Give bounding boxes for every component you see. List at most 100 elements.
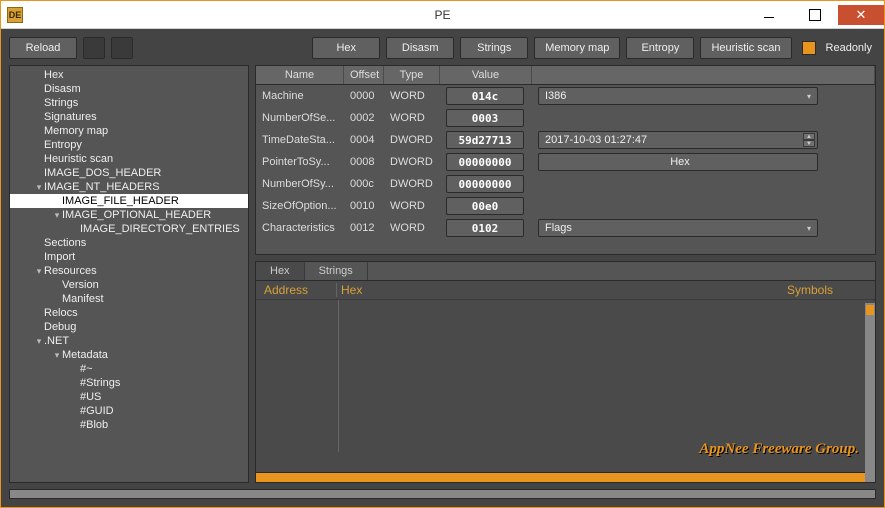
hex-horizontal-scrollbar[interactable] xyxy=(256,472,875,482)
spinner-arrows-icon[interactable]: ▲▼ xyxy=(803,133,815,147)
tree-item-label: Heuristic scan xyxy=(44,153,113,165)
tree-item-import[interactable]: Import xyxy=(10,250,248,264)
tree-arrow-icon[interactable] xyxy=(34,335,44,347)
cell-name: Characteristics xyxy=(256,220,344,236)
table-row[interactable]: NumberOfSy...000cDWORD00000000 xyxy=(256,173,875,195)
th-name[interactable]: Name xyxy=(256,66,344,84)
table-row[interactable]: Characteristics0012WORD0102Flags xyxy=(256,217,875,239)
tree-item-label: Relocs xyxy=(44,307,78,319)
th-extra xyxy=(532,66,875,84)
fields-table: Name Offset Type Value Machine0000WORD01… xyxy=(255,65,876,255)
tree-item-heuristic-scan[interactable]: Heuristic scan xyxy=(10,152,248,166)
tree-item--strings[interactable]: #Strings xyxy=(10,376,248,390)
tree-item-sections[interactable]: Sections xyxy=(10,236,248,250)
tree-arrow-icon[interactable] xyxy=(52,209,62,221)
hex-body[interactable]: AppNee Freeware Group. xyxy=(256,300,875,472)
footer-scrollbar[interactable] xyxy=(9,489,876,499)
tree-item-label: #US xyxy=(80,391,101,403)
tree-arrow-icon[interactable] xyxy=(34,265,44,277)
toolbar-slot-2[interactable] xyxy=(111,37,133,59)
cell-offset: 0004 xyxy=(344,132,384,148)
strings-button[interactable]: Strings xyxy=(460,37,528,59)
tree-item-relocs[interactable]: Relocs xyxy=(10,306,248,320)
table-header: Name Offset Type Value xyxy=(256,66,875,85)
value-button[interactable]: 00000000 xyxy=(446,153,524,171)
th-type[interactable]: Type xyxy=(384,66,440,84)
table-row[interactable]: PointerToSy...0008DWORD00000000Hex xyxy=(256,151,875,173)
extra-datetime[interactable]: 2017-10-03 01:27:47▲▼ xyxy=(538,131,818,149)
value-button[interactable]: 00000000 xyxy=(446,175,524,193)
tree-item-image-file-header[interactable]: IMAGE_FILE_HEADER xyxy=(10,194,248,208)
tree-item--guid[interactable]: #GUID xyxy=(10,404,248,418)
tree-item-label: #GUID xyxy=(80,405,114,417)
extra-dropdown[interactable]: Flags xyxy=(538,219,818,237)
tree-item-hex[interactable]: Hex xyxy=(10,68,248,82)
hex-button[interactable]: Hex xyxy=(312,37,380,59)
value-button[interactable]: 0102 xyxy=(446,219,524,237)
tree-item--blob[interactable]: #Blob xyxy=(10,418,248,432)
tree-item-resources[interactable]: Resources xyxy=(10,264,248,278)
value-button[interactable]: 00e0 xyxy=(446,197,524,215)
hex-col-symbols: Symbols xyxy=(787,283,867,297)
tree-item-debug[interactable]: Debug xyxy=(10,320,248,334)
tree-item-entropy[interactable]: Entropy xyxy=(10,138,248,152)
tree-item-label: Entropy xyxy=(44,139,82,151)
tree-item-image-dos-header[interactable]: IMAGE_DOS_HEADER xyxy=(10,166,248,180)
tree-arrow-icon[interactable] xyxy=(34,181,44,193)
tab-hex[interactable]: Hex xyxy=(256,262,305,280)
tree-item-label: Manifest xyxy=(62,293,104,305)
tree-item-signatures[interactable]: Signatures xyxy=(10,110,248,124)
cell-type: WORD xyxy=(384,110,440,126)
tree-item-disasm[interactable]: Disasm xyxy=(10,82,248,96)
table-row[interactable]: TimeDateSta...0004DWORD59d277132017-10-0… xyxy=(256,129,875,151)
cell-value: 014c xyxy=(440,85,532,107)
extra-dropdown[interactable]: I386 xyxy=(538,87,818,105)
heuristic-scan-button[interactable]: Heuristic scan xyxy=(700,37,791,59)
tree-item--us[interactable]: #US xyxy=(10,390,248,404)
value-button[interactable]: 014c xyxy=(446,87,524,105)
extra-hex-button[interactable]: Hex xyxy=(538,153,818,171)
reload-button[interactable]: Reload xyxy=(9,37,77,59)
tree-item-version[interactable]: Version xyxy=(10,278,248,292)
titlebar: DE PE ✕ xyxy=(1,1,884,29)
tree-item-image-nt-headers[interactable]: IMAGE_NT_HEADERS xyxy=(10,180,248,194)
table-row[interactable]: SizeOfOption...0010WORD00e0 xyxy=(256,195,875,217)
readonly-checkbox[interactable] xyxy=(802,41,816,55)
cell-value: 0102 xyxy=(440,217,532,239)
tree-item--net[interactable]: .NET xyxy=(10,334,248,348)
cell-name: NumberOfSe... xyxy=(256,110,344,126)
cell-value: 0003 xyxy=(440,107,532,129)
disasm-button[interactable]: Disasm xyxy=(386,37,454,59)
tree-item-label: Hex xyxy=(44,69,64,81)
cell-extra: I386 xyxy=(532,85,875,107)
cell-value: 00000000 xyxy=(440,173,532,195)
tree-item-memory-map[interactable]: Memory map xyxy=(10,124,248,138)
tree-item-image-optional-header[interactable]: IMAGE_OPTIONAL_HEADER xyxy=(10,208,248,222)
cell-offset: 0012 xyxy=(344,220,384,236)
tab-strings[interactable]: Strings xyxy=(305,262,368,280)
tree-arrow-icon[interactable] xyxy=(52,349,62,361)
close-button[interactable]: ✕ xyxy=(838,5,884,25)
th-offset[interactable]: Offset xyxy=(344,66,384,84)
toolbar-slot-1[interactable] xyxy=(83,37,105,59)
tree-item--[interactable]: #~ xyxy=(10,362,248,376)
tree-item-metadata[interactable]: Metadata xyxy=(10,348,248,362)
tree-item-strings[interactable]: Strings xyxy=(10,96,248,110)
table-row[interactable]: Machine0000WORD014cI386 xyxy=(256,85,875,107)
entropy-button[interactable]: Entropy xyxy=(626,37,694,59)
cell-name: NumberOfSy... xyxy=(256,176,344,192)
table-row[interactable]: NumberOfSe...0002WORD0003 xyxy=(256,107,875,129)
value-button[interactable]: 0003 xyxy=(446,109,524,127)
cell-offset: 0000 xyxy=(344,88,384,104)
maximize-button[interactable] xyxy=(792,5,838,25)
cell-extra xyxy=(532,204,875,208)
hex-vertical-scrollbar[interactable] xyxy=(865,303,875,482)
th-value[interactable]: Value xyxy=(440,66,532,84)
value-button[interactable]: 59d27713 xyxy=(446,131,524,149)
minimize-button[interactable] xyxy=(746,5,792,25)
tree-panel[interactable]: HexDisasmStringsSignaturesMemory mapEntr… xyxy=(9,65,249,483)
tree-item-label: IMAGE_FILE_HEADER xyxy=(62,195,179,207)
tree-item-image-directory-entries[interactable]: IMAGE_DIRECTORY_ENTRIES xyxy=(10,222,248,236)
memory-map-button[interactable]: Memory map xyxy=(534,37,620,59)
tree-item-manifest[interactable]: Manifest xyxy=(10,292,248,306)
